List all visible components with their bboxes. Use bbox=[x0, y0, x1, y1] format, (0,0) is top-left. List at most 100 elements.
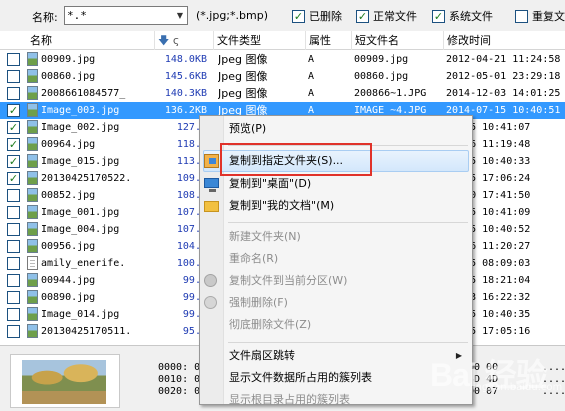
image-thumbnail bbox=[22, 360, 106, 404]
image-file-icon bbox=[27, 69, 38, 83]
row-checkbox-unchecked[interactable] bbox=[7, 223, 20, 236]
filter-option[interactable]: ✓ 正常文件 bbox=[356, 8, 417, 24]
image-file-icon bbox=[27, 324, 38, 338]
file-name: Image_015.jpg bbox=[41, 156, 120, 167]
column-attr[interactable]: 属性 bbox=[306, 31, 352, 50]
row-checkbox-checked[interactable]: ✓ bbox=[7, 155, 20, 168]
file-name: Image_003.jpg bbox=[41, 105, 120, 116]
table-row[interactable]: 00909.jpg 148.0KB Jpeg 图像 A 00909.jpg 2012-04… bbox=[0, 51, 565, 68]
file-name: 00909.jpg bbox=[41, 54, 96, 65]
column-name[interactable]: 名称 bbox=[0, 31, 155, 50]
filter-option[interactable]: 重复文 bbox=[515, 8, 565, 24]
image-file-icon bbox=[27, 171, 38, 185]
filter-option-label: 已删除 bbox=[309, 10, 342, 23]
column-size[interactable]: 🡇 ς bbox=[155, 31, 214, 50]
file-attr: A bbox=[308, 88, 315, 99]
file-name: 2008661084577_ bbox=[41, 88, 126, 99]
file-name: Image_014.jpg bbox=[41, 309, 120, 320]
hex-offset-label: 0020: bbox=[158, 386, 189, 397]
filter-option[interactable]: ✓ 系统文件 bbox=[432, 8, 493, 24]
image-file-icon bbox=[27, 154, 38, 168]
row-checkbox-unchecked[interactable] bbox=[7, 257, 20, 270]
menu-item-copy-to-mydocs[interactable]: 复制到"我的文档"(M) bbox=[200, 195, 472, 217]
image-file-icon bbox=[27, 103, 38, 117]
image-file-icon bbox=[27, 52, 38, 66]
file-short-name: 200866~1.JPG bbox=[354, 88, 427, 99]
hex-offset: 0020: 0 bbox=[158, 386, 200, 397]
menu-item-rename[interactable]: 重命名(R) bbox=[200, 248, 472, 270]
row-checkbox-unchecked[interactable] bbox=[7, 325, 20, 338]
menu-item-new-folder[interactable]: 新建文件夹(N) bbox=[200, 226, 472, 248]
row-checkbox-unchecked[interactable] bbox=[7, 87, 20, 100]
image-file-icon bbox=[27, 239, 38, 253]
row-checkbox-unchecked[interactable] bbox=[7, 308, 20, 321]
row-checkbox-checked[interactable]: ✓ bbox=[7, 104, 20, 117]
annotation-highlight-box bbox=[220, 143, 372, 176]
file-name: 20130425170511. bbox=[41, 326, 132, 337]
checkbox-checked[interactable]: ✓ bbox=[356, 9, 369, 23]
checkbox-unchecked[interactable] bbox=[515, 9, 528, 23]
row-checkbox-unchecked[interactable] bbox=[7, 206, 20, 219]
image-file-icon bbox=[27, 137, 38, 151]
table-row[interactable]: 00860.jpg 145.6KB Jpeg 图像 A 00860.jpg 2012-05… bbox=[0, 68, 565, 85]
filter-option[interactable]: ✓ 已删除 bbox=[292, 8, 342, 24]
file-attr: A bbox=[308, 54, 315, 65]
column-size-label: ς bbox=[172, 34, 180, 47]
row-checkbox-checked[interactable]: ✓ bbox=[7, 172, 20, 185]
menu-item-wipe-delete[interactable]: 彻底删除文件(Z) bbox=[200, 314, 472, 336]
disk-icon bbox=[204, 274, 217, 287]
file-short-name: 00909.jpg bbox=[354, 54, 409, 65]
file-type: Jpeg 图像 bbox=[218, 70, 268, 83]
row-checkbox-unchecked[interactable] bbox=[7, 53, 20, 66]
file-name: 00956.jpg bbox=[41, 241, 96, 252]
image-file-icon bbox=[27, 307, 38, 321]
file-attr: A bbox=[308, 71, 315, 82]
hex-offset: 0000: 0 bbox=[158, 362, 200, 373]
file-name: 20130425170522. bbox=[41, 173, 132, 184]
row-checkbox-unchecked[interactable] bbox=[7, 70, 20, 83]
hex-offset-label: 0000: bbox=[158, 362, 189, 373]
file-modified: 2012-04-21 11:24:58 bbox=[446, 54, 561, 65]
row-checkbox-unchecked[interactable] bbox=[7, 189, 20, 202]
file-name: Image_004.jpg bbox=[41, 224, 120, 235]
row-checkbox-checked[interactable]: ✓ bbox=[7, 121, 20, 134]
checkbox-checked[interactable]: ✓ bbox=[292, 9, 305, 23]
sort-desc-icon: 🡇 bbox=[158, 34, 170, 47]
file-size: 145.6KB bbox=[164, 71, 207, 82]
image-file-icon bbox=[27, 222, 38, 236]
document-file-icon bbox=[27, 256, 38, 270]
file-short-name: 00860.jpg bbox=[354, 71, 409, 82]
file-name: Image_001.jpg bbox=[41, 207, 120, 218]
file-name: 00860.jpg bbox=[41, 71, 96, 82]
menu-item-preview[interactable]: 预览(P) bbox=[200, 118, 472, 140]
menu-separator bbox=[228, 222, 468, 223]
file-name: 00890.jpg bbox=[41, 292, 96, 303]
menu-separator bbox=[228, 342, 468, 343]
filter-option-label: 正常文件 bbox=[373, 10, 417, 23]
image-file-icon bbox=[27, 188, 38, 202]
column-short-name[interactable]: 短文件名 bbox=[352, 31, 444, 50]
table-row[interactable]: 2008661084577_ 140.3KB Jpeg 图像 A 200866~1.JP… bbox=[0, 85, 565, 102]
menu-item-force-delete[interactable]: 强制删除(F) bbox=[200, 292, 472, 314]
copy-to-folder-icon bbox=[204, 154, 219, 168]
column-modified[interactable]: 修改时间 bbox=[444, 31, 565, 50]
chevron-down-icon[interactable]: ▼ bbox=[173, 7, 187, 24]
image-file-icon bbox=[27, 120, 38, 134]
row-checkbox-unchecked[interactable] bbox=[7, 274, 20, 287]
file-type: Jpeg 图像 bbox=[218, 87, 268, 100]
row-checkbox-unchecked[interactable] bbox=[7, 291, 20, 304]
column-type[interactable]: 文件类型 bbox=[214, 31, 306, 50]
checkbox-checked[interactable]: ✓ bbox=[432, 9, 445, 23]
row-checkbox-unchecked[interactable] bbox=[7, 240, 20, 253]
menu-item-copy-to-desktop[interactable]: 复制到"桌面"(D) bbox=[200, 173, 472, 195]
filter-name-input[interactable]: *.* bbox=[64, 6, 188, 25]
row-checkbox-checked[interactable]: ✓ bbox=[7, 138, 20, 151]
file-name: amily_enerife. bbox=[41, 258, 126, 269]
menu-item-copy-to-current[interactable]: 复制文件到当前分区(W) bbox=[200, 270, 472, 292]
hex-offset-label: 0010: bbox=[158, 374, 189, 385]
file-type: Jpeg 图像 bbox=[218, 53, 268, 66]
file-name: 00944.jpg bbox=[41, 275, 96, 286]
delete-icon bbox=[204, 296, 217, 309]
file-size: 140.3KB bbox=[164, 88, 207, 99]
file-list-header: 名称 🡇 ς 文件类型 属性 短文件名 修改时间 bbox=[0, 31, 565, 50]
